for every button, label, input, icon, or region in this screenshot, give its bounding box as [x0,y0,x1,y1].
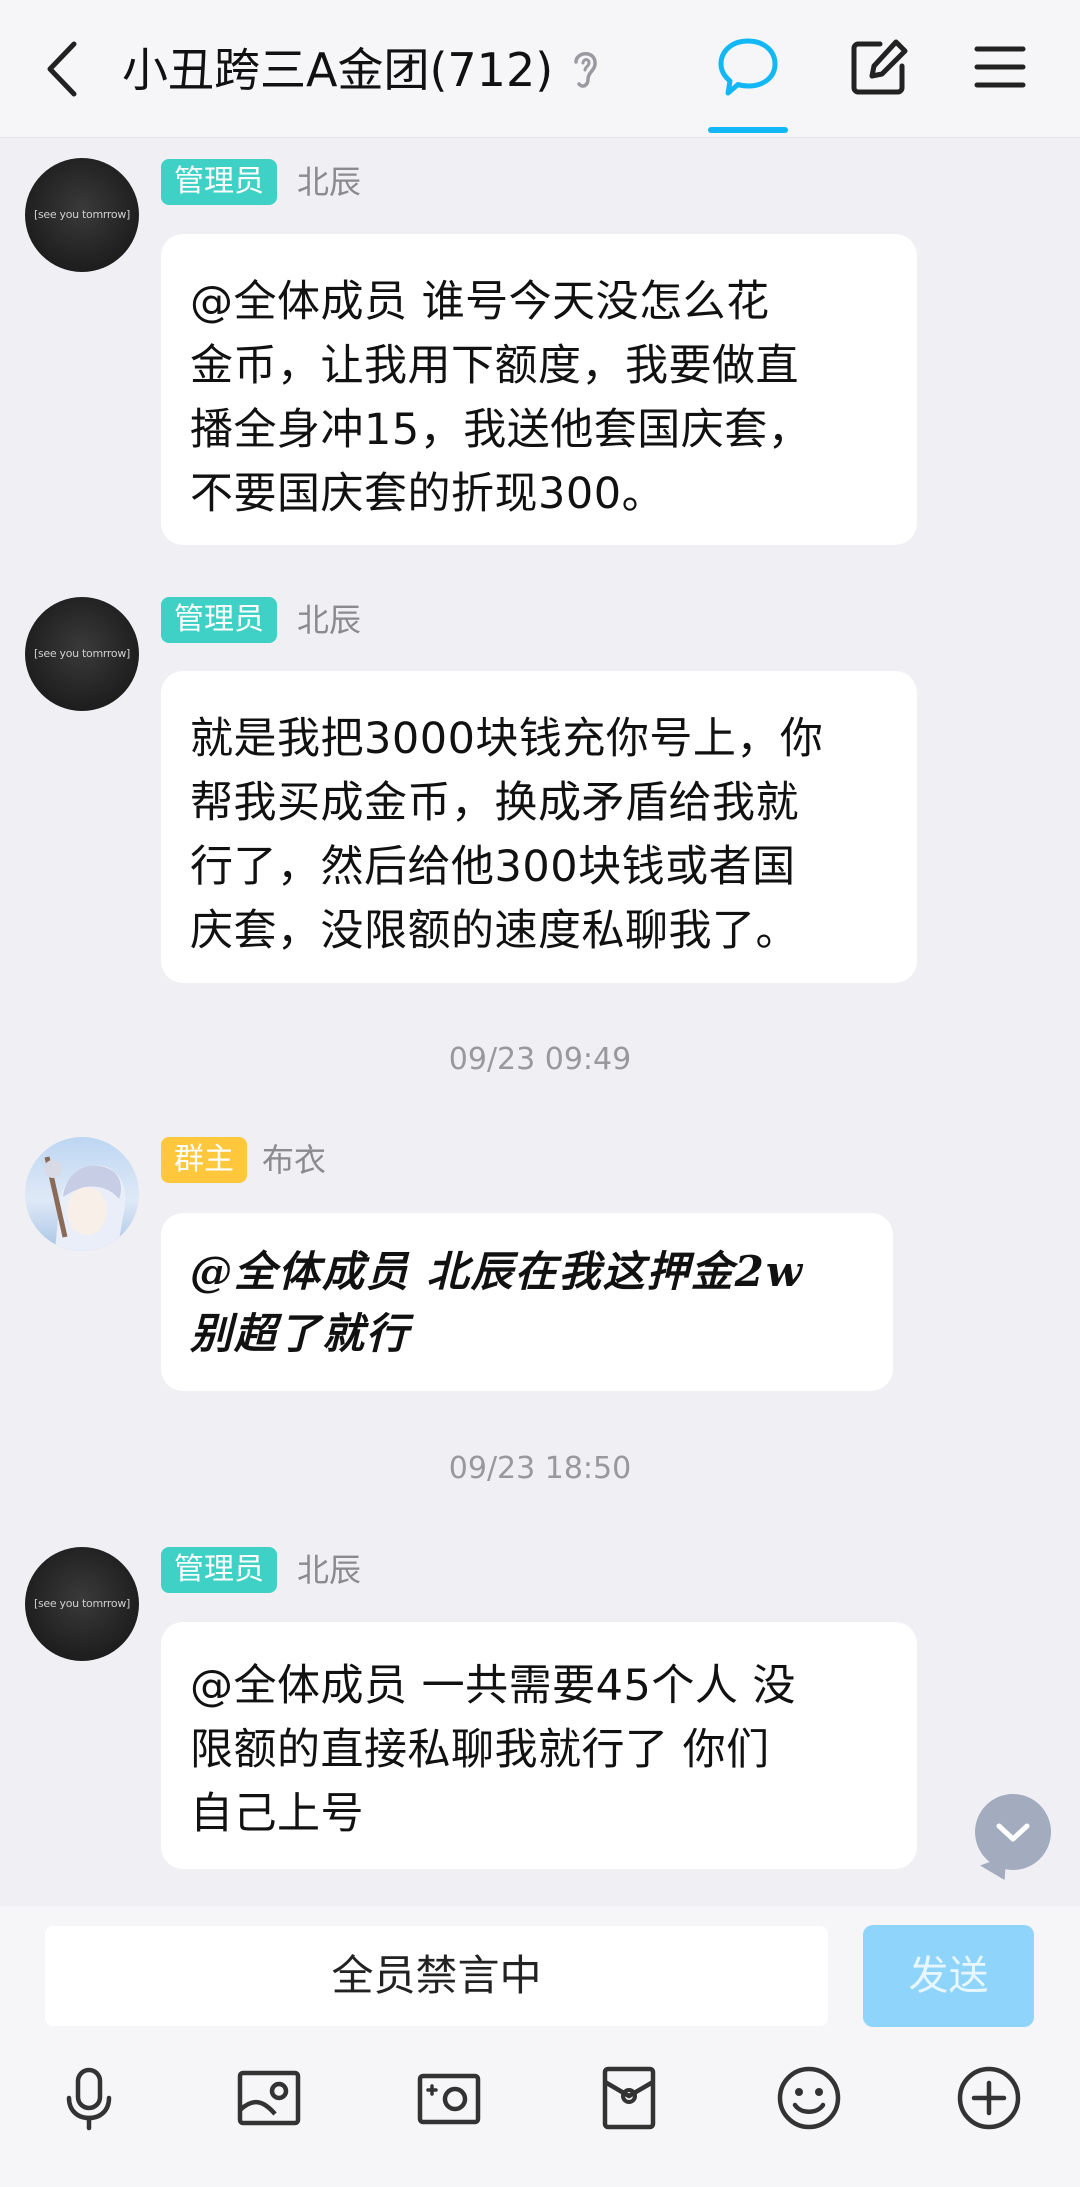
message-bubble[interactable]: 就是我把3000块钱充你号上，你 帮我买成金币，换成矛盾给我就 行了，然后给他3… [161,671,917,983]
message-input[interactable]: 全员禁言中 [45,1926,828,2026]
message-line: @全体成员 一共需要45个人 没 [190,1661,797,1711]
back-icon[interactable] [40,36,84,102]
message-bubble[interactable]: @全体成员 谁号今天没怎么花 金币，让我用下额度，我要做直 播全身冲15，我送他… [161,234,917,545]
message-bubble[interactable]: @全体成员 一共需要45个人 没 限额的直接私聊我就行了 你们 自己上号 [161,1622,917,1869]
timestamp: 09/23 09:49 [448,1042,632,1077]
avatar[interactable]: [see you tomrrow] [25,1547,139,1661]
message-line: 帮我买成金币，换成矛盾给我就 [190,778,799,828]
group-title[interactable]: 小丑跨三A金团(712) [122,38,553,102]
message-line: 自己上号 [190,1789,364,1839]
message-line: 庆套，没限额的速度私聊我了。 [190,906,799,956]
scroll-to-bottom-button[interactable] [975,1794,1051,1870]
anime-character-avatar [44,1156,126,1251]
send-button[interactable]: 发送 [863,1925,1034,2027]
input-bar: 全员禁言中 发送 [0,1906,1080,2187]
message-line: 行了，然后给他300块钱或者国 [190,842,796,892]
message-line: 限额的直接私聊我就行了 你们 [190,1725,770,1775]
message-line: 不要国庆套的折现300。 [190,469,666,519]
avatar[interactable]: [see you tomrrow] [25,158,139,272]
avatar[interactable]: [see you tomrrow] [25,597,139,711]
edit-icon[interactable] [850,38,908,96]
avatar-text: [see you tomrrow] [33,1597,131,1610]
message-line: 别超了就行 [190,1309,411,1358]
admin-badge: 管理员 [161,597,277,643]
message-line: 金币，让我用下额度，我要做直 [190,341,799,391]
message-line: 就是我把3000块钱充你号上，你 [190,714,824,764]
image-icon[interactable] [235,2064,303,2132]
plus-icon[interactable] [955,2064,1023,2132]
avatar-text: [see you tomrrow] [33,647,131,660]
avatar-text: [see you tomrrow] [33,208,131,221]
camera-icon[interactable] [415,2064,483,2132]
active-tab-indicator [708,127,788,133]
red-packet-icon[interactable] [595,2064,663,2132]
owner-badge: 群主 [161,1137,247,1183]
message-bubble[interactable]: @全体成员 北辰在我这押金2w 别超了就行 [161,1213,893,1391]
message-line: @全体成员 北辰在我这押金2w [190,1247,805,1296]
sender-name: 北辰 [297,601,362,639]
avatar[interactable] [25,1137,139,1251]
sender-name: 北辰 [297,163,362,201]
ear-icon [574,52,597,88]
sender-name: 北辰 [297,1551,362,1589]
admin-badge: 管理员 [161,1547,277,1593]
timestamp: 09/23 18:50 [448,1451,632,1486]
admin-badge: 管理员 [161,159,277,205]
chat-header: 小丑跨三A金团(712) [0,0,1080,138]
chat-bubble-icon[interactable] [716,36,780,98]
menu-icon[interactable] [974,44,1026,90]
message-line: 播全身冲15，我送他套国庆套， [190,405,812,455]
chevron-down-icon [996,1823,1030,1842]
emoji-icon[interactable] [775,2064,843,2132]
microphone-icon[interactable] [55,2064,123,2132]
message-line: @全体成员 谁号今天没怎么花 [190,277,770,327]
sender-name: 布衣 [262,1141,327,1179]
